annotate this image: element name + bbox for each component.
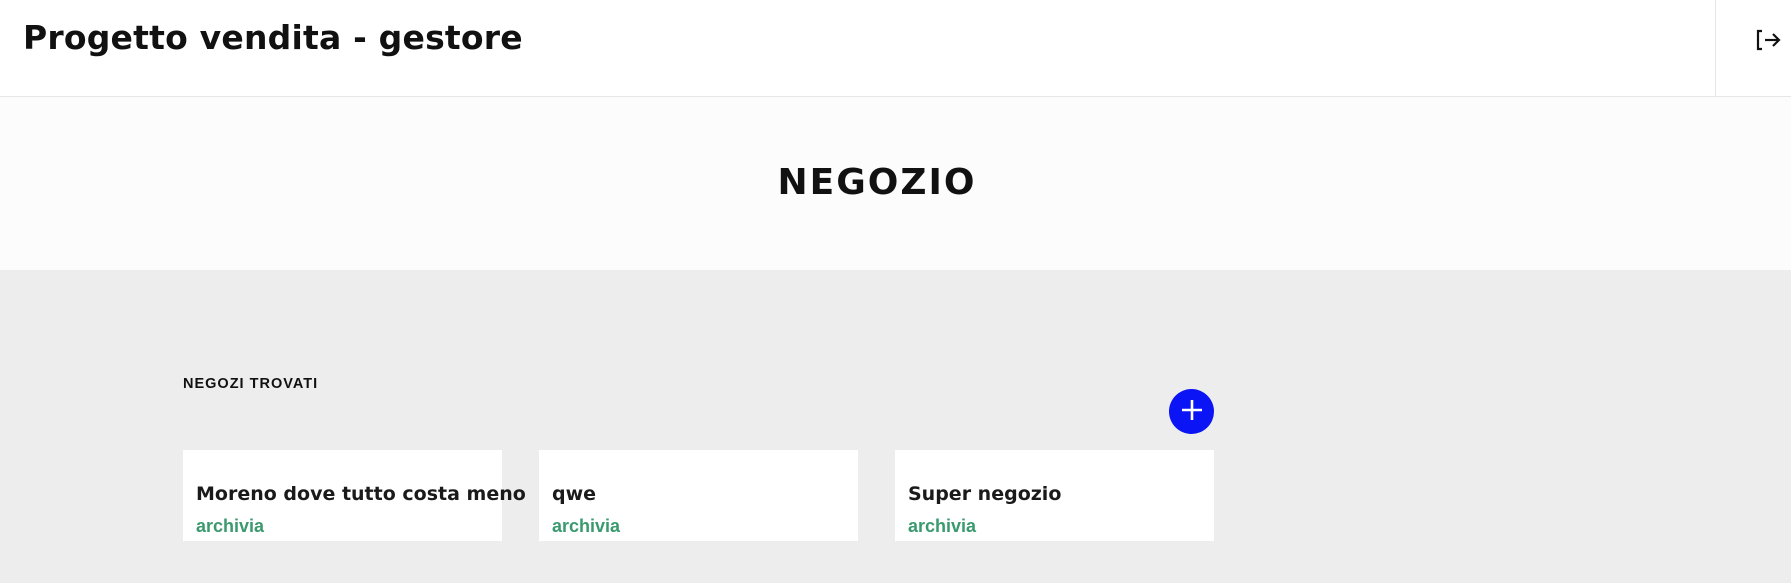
page-hero: NEGOZIO [0,97,1791,270]
logout-icon [1726,29,1782,52]
store-card: Super negozio archivia [895,450,1214,541]
store-name: Moreno dove tutto costa meno [196,483,526,505]
logout-button[interactable] [1715,0,1791,96]
store-name: Super negozio [908,483,1062,505]
section-label: NEGOZI TROVATI [183,376,319,392]
archive-link[interactable]: archivia [196,516,264,536]
plus-icon [1180,398,1204,425]
page-title: NEGOZIO [777,162,977,203]
store-card: qwe archivia [539,450,858,541]
store-name: qwe [552,483,597,505]
top-bar: Progetto vendita - gestore [0,0,1791,97]
stores-section: NEGOZI TROVATI Moreno dove tutto costa m… [0,270,1791,583]
add-store-button[interactable] [1169,389,1214,434]
store-card: Moreno dove tutto costa meno archivia [183,450,526,541]
archive-link[interactable]: archivia [552,516,620,536]
archive-link[interactable]: archivia [908,516,976,536]
app-title: Progetto vendita - gestore [23,18,523,57]
